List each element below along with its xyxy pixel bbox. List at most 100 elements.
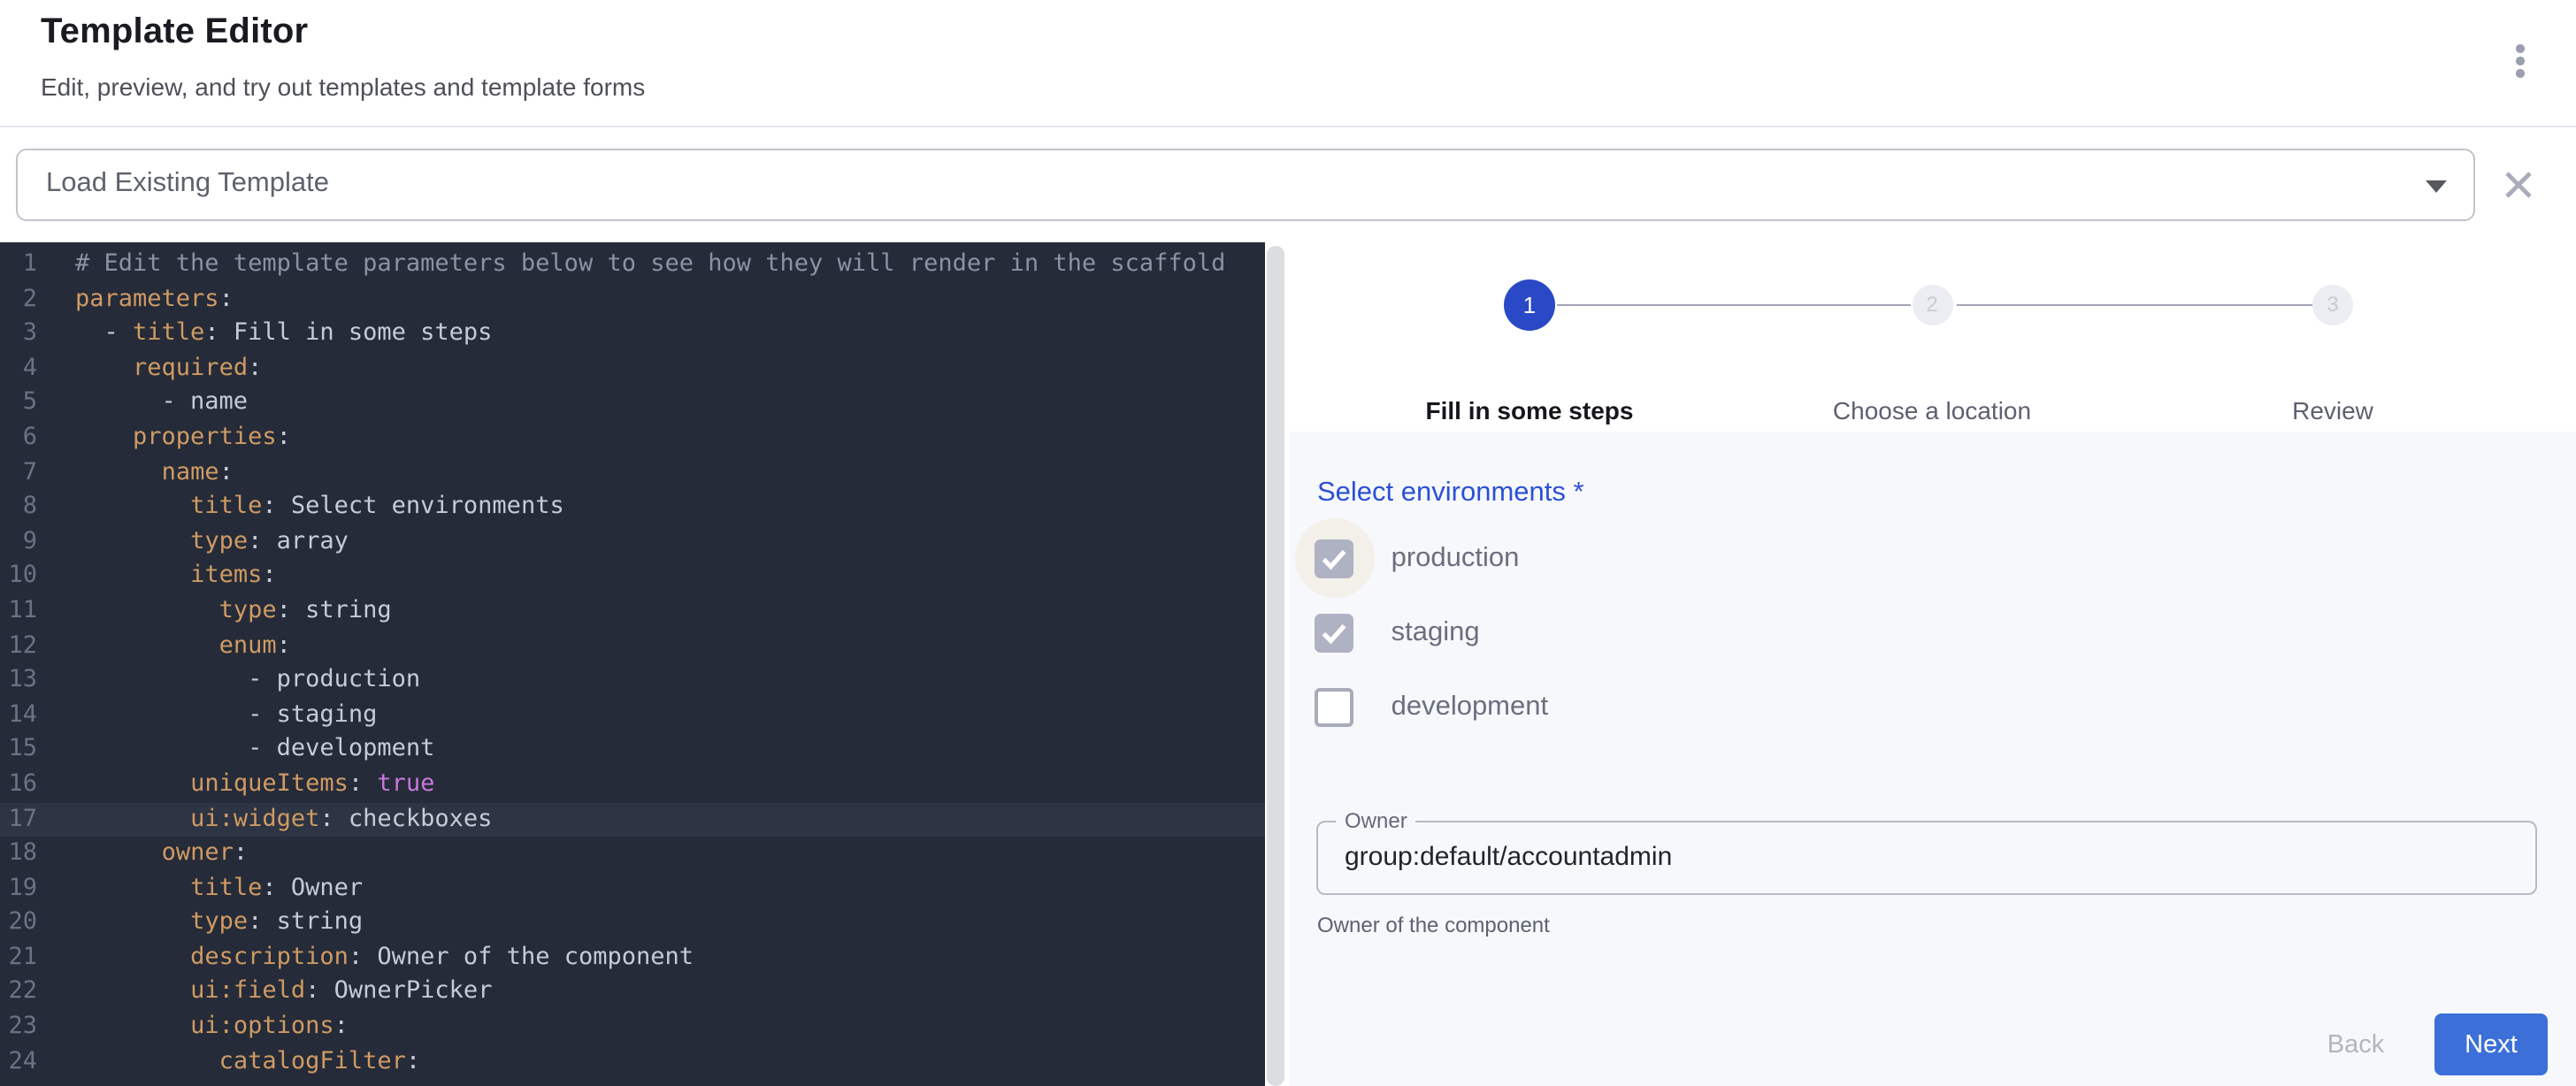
code-line-21[interactable]: 21 description: Owner of the component — [0, 941, 1264, 975]
code-line-18[interactable]: 18 owner: — [0, 837, 1264, 871]
staging-checkbox[interactable] — [1315, 614, 1354, 654]
check-icon — [1315, 539, 1353, 578]
close-icon[interactable] — [2489, 156, 2546, 212]
step-choose-a-location: 2Choose a location — [1773, 279, 2091, 325]
code-text: type: array — [37, 525, 349, 560]
code-line-5[interactable]: 5 - name — [0, 386, 1264, 421]
code-line-9[interactable]: 9 type: array — [0, 525, 1264, 560]
kebab-dot — [2516, 43, 2525, 52]
page-subtitle: Edit, preview, and try out templates and… — [41, 73, 645, 101]
template-editor-page: Template Editor Edit, preview, and try o… — [0, 0, 2576, 1086]
code-line-19[interactable]: 19 title: Owner — [0, 871, 1264, 906]
code-text: name: — [37, 455, 234, 490]
required-asterisk: * — [1574, 478, 1584, 509]
next-button[interactable]: Next — [2434, 1013, 2548, 1076]
line-number: 3 — [0, 317, 37, 351]
step-label: Review — [2174, 396, 2492, 424]
line-number: 14 — [0, 698, 37, 732]
line-number: 22 — [0, 975, 37, 1010]
staging-checkbox-label[interactable]: staging — [1392, 617, 1480, 649]
line-number: 6 — [0, 421, 37, 455]
code-line-10[interactable]: 10 items: — [0, 560, 1264, 594]
code-line-15[interactable]: 15 - development — [0, 733, 1264, 768]
check-icon — [1315, 614, 1353, 653]
code-line-14[interactable]: 14 - staging — [0, 698, 1264, 732]
step-circle: 2 — [1912, 284, 1952, 325]
line-number: 8 — [0, 490, 37, 524]
code-line-3[interactable]: 3 - title: Fill in some steps — [0, 317, 1264, 351]
owner-field-helper: Owner of the component — [1317, 913, 1550, 937]
owner-field-value[interactable]: group:default/accountadmin — [1345, 822, 1672, 897]
code-text: - staging — [37, 698, 377, 732]
load-template-select-label: Load Existing Template — [46, 168, 329, 200]
line-number: 23 — [0, 1010, 37, 1044]
code-text: properties: — [37, 421, 291, 455]
production-checkbox-label[interactable]: production — [1392, 543, 1520, 575]
code-text: title: Select environments — [37, 490, 564, 524]
form-section: Select environments * production staging d… — [1289, 432, 2576, 1086]
step-label: Choose a location — [1773, 396, 2091, 424]
code-line-17[interactable]: 17 ui:widget: checkboxes — [0, 802, 1264, 837]
line-number: 20 — [0, 906, 37, 941]
code-line-1[interactable]: 1# Edit the template parameters below to… — [0, 248, 1264, 282]
code-text: - name — [37, 386, 248, 421]
more-options-button[interactable] — [2491, 32, 2549, 90]
code-text: enum: — [37, 629, 291, 663]
line-number: 5 — [0, 386, 37, 421]
code-line-23[interactable]: 23 ui:options: — [0, 1010, 1264, 1044]
line-number: 2 — [0, 282, 37, 317]
code-text: ui:options: — [37, 1010, 349, 1044]
code-line-20[interactable]: 20 type: string — [0, 906, 1264, 941]
code-editor[interactable]: 1# Edit the template parameters below to… — [0, 241, 1264, 1086]
editor-scrollbar-thumb[interactable] — [1267, 245, 1284, 1086]
kebab-dot — [2516, 57, 2525, 65]
code-line-24[interactable]: 24 catalogFilter: — [0, 1044, 1264, 1079]
line-number: 10 — [0, 560, 37, 594]
line-number: 18 — [0, 837, 37, 871]
code-line-8[interactable]: 8 title: Select environments — [0, 490, 1264, 524]
line-number: 7 — [0, 455, 37, 490]
owner-field[interactable]: Owner group:default/accountadmin — [1316, 821, 2537, 895]
line-number: 15 — [0, 733, 37, 768]
dropdown-caret-icon[interactable] — [2426, 180, 2447, 192]
step-circle: 3 — [2312, 284, 2353, 325]
code-text: description: Owner of the component — [37, 941, 694, 975]
development-checkbox[interactable] — [1315, 687, 1354, 727]
editor-scrollbar[interactable] — [1264, 241, 1289, 1086]
code-line-13[interactable]: 13 - production — [0, 663, 1264, 698]
kebab-dot — [2516, 70, 2525, 79]
close-icon-glyph — [2503, 169, 2533, 199]
checkbox-row-staging: staging — [1315, 613, 1480, 654]
step-connector — [1556, 304, 1911, 307]
code-text: owner: — [37, 837, 248, 871]
line-number: 1 — [0, 248, 37, 282]
code-lines: 1# Edit the template parameters below to… — [0, 248, 1264, 1080]
code-line-7[interactable]: 7 name: — [0, 455, 1264, 490]
code-line-2[interactable]: 2parameters: — [0, 282, 1264, 317]
checkbox-row-production: production — [1315, 539, 1519, 579]
code-line-6[interactable]: 6 properties: — [0, 421, 1264, 455]
code-text: - production — [37, 663, 420, 698]
code-text: uniqueItems: true — [37, 768, 434, 802]
code-text: - development — [37, 733, 434, 768]
code-line-12[interactable]: 12 enum: — [0, 629, 1264, 663]
line-number: 4 — [0, 352, 37, 386]
code-text: parameters: — [37, 282, 234, 317]
line-number: 17 — [0, 802, 37, 837]
back-button[interactable]: Back — [2297, 1013, 2414, 1077]
code-text: title: Owner — [37, 871, 363, 906]
production-checkbox[interactable] — [1315, 539, 1354, 579]
line-number: 24 — [0, 1044, 37, 1079]
load-template-select[interactable]: Load Existing Template — [16, 148, 2475, 220]
code-text: type: string — [37, 906, 363, 941]
development-checkbox-label[interactable]: development — [1392, 691, 1549, 723]
code-line-22[interactable]: 22 ui:field: OwnerPicker — [0, 975, 1264, 1010]
select-environments-text: Select environments — [1317, 478, 1566, 509]
code-line-16[interactable]: 16 uniqueItems: true — [0, 768, 1264, 802]
template-preview-panel: 1Fill in some steps2Choose a location3Re… — [1289, 241, 2576, 1086]
code-line-11[interactable]: 11 type: string — [0, 594, 1264, 629]
line-number: 16 — [0, 768, 37, 802]
code-line-4[interactable]: 4 required: — [0, 352, 1264, 386]
step-connector — [1956, 304, 2312, 307]
line-number: 13 — [0, 663, 37, 698]
